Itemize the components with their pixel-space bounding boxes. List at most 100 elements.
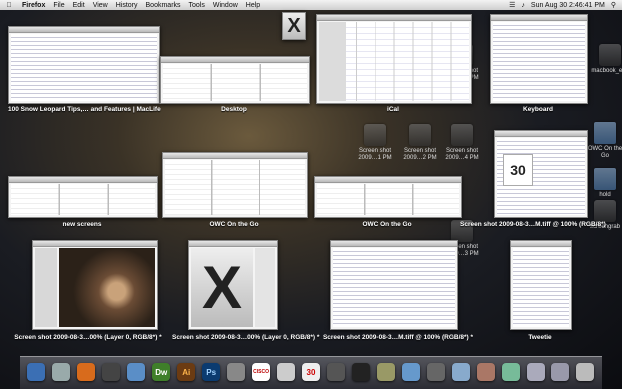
- menu-app-firefox[interactable]: Firefox: [22, 2, 45, 9]
- terminal-icon[interactable]: [351, 363, 370, 381]
- x-logo-icon: X: [191, 248, 253, 327]
- menu-help[interactable]: Help: [246, 2, 260, 9]
- menu-extras: ☰ ♪ Sun Aug 30 2:46:41 PM ⚲: [509, 0, 616, 10]
- window-content: [333, 248, 455, 327]
- app-icon[interactable]: [426, 363, 445, 381]
- window-content: 30: [497, 138, 585, 215]
- menu-tools[interactable]: Tools: [189, 2, 205, 9]
- menu-clock[interactable]: Sun Aug 30 2:46:41 PM: [531, 2, 605, 9]
- window-titlebar: [9, 177, 157, 183]
- menu-window[interactable]: Window: [213, 2, 238, 9]
- window-label: Keyboard: [523, 106, 553, 113]
- desktop-icon[interactable]: Screen shot 2009…4 PM: [442, 124, 482, 162]
- window-thumbnail-new-screens[interactable]: [8, 176, 158, 218]
- window-label: Screen shot 2009-08-3…00% (Layer 0, RGB/…: [172, 334, 320, 341]
- desktop-icon[interactable]: OWC On the Go: [585, 122, 622, 160]
- window-label: Screen shot 2009-08-3…M.tiff @ 100% (RGB…: [322, 334, 474, 341]
- window-titlebar: [495, 131, 587, 137]
- file-icon: [451, 124, 473, 146]
- window-titlebar: [331, 241, 457, 247]
- folder-icon[interactable]: [526, 363, 545, 381]
- preview-icon[interactable]: [401, 363, 420, 381]
- window-content: [59, 248, 155, 327]
- window-label: Screen shot 2009-08-3…M.tiff @ 100% (RGB…: [460, 221, 606, 228]
- desktop-icon[interactable]: macbook_edit: [590, 44, 622, 75]
- cisco-vpn-icon[interactable]: CISCO: [252, 363, 271, 381]
- app-icon[interactable]: [451, 363, 470, 381]
- itunes-icon[interactable]: [127, 363, 146, 381]
- window-label: new screens: [62, 221, 102, 228]
- wifi-icon[interactable]: ☰: [509, 1, 515, 9]
- menu-history[interactable]: History: [116, 2, 138, 9]
- folder-icon: [594, 168, 616, 190]
- window-panel: [255, 248, 275, 327]
- app-icon[interactable]: [326, 363, 345, 381]
- window-thumbnail-keyboard[interactable]: [490, 14, 588, 104]
- ical-icon[interactable]: 30: [301, 363, 320, 381]
- window-content: [493, 22, 585, 101]
- window-content: [513, 248, 569, 327]
- app-icon[interactable]: [476, 363, 495, 381]
- window-titlebar: [163, 153, 307, 159]
- window-content: [317, 184, 459, 215]
- window-content: [11, 34, 157, 101]
- window-thumbnail-maclife[interactable]: [8, 26, 160, 104]
- file-icon: [599, 44, 621, 66]
- window-thumbnail-photoshop-1[interactable]: [32, 240, 158, 330]
- app-icon[interactable]: [227, 363, 246, 381]
- window-thumbnail-owc-1[interactable]: [162, 152, 308, 218]
- window-titlebar: [491, 15, 587, 21]
- volume-icon[interactable]: ♪: [521, 2, 525, 9]
- desktop-icon[interactable]: hold: [585, 168, 622, 199]
- app-icon[interactable]: [501, 363, 520, 381]
- file-icon: [364, 124, 386, 146]
- window-label: Tweetie: [528, 334, 552, 341]
- window-titlebar: [9, 27, 159, 33]
- calendar-icon: 30: [503, 154, 533, 186]
- window-label: 100 Snow Leopard Tips,… and Features | M…: [8, 106, 161, 113]
- window-thumbnail-x[interactable]: X: [282, 12, 306, 40]
- menu-bookmarks[interactable]: Bookmarks: [146, 2, 181, 9]
- photoshop-icon[interactable]: Ps: [202, 363, 221, 381]
- folder-icon[interactable]: [551, 363, 570, 381]
- menu-file[interactable]: File: [53, 2, 64, 9]
- apple-menu-icon[interactable]: : [4, 2, 14, 9]
- window-titlebar: [511, 241, 571, 247]
- firefox-icon[interactable]: [77, 363, 96, 381]
- window-thumbnail-preview-tiff[interactable]: 30: [494, 130, 588, 218]
- window-label: iCal: [387, 106, 399, 113]
- window-thumbnail-tweetie[interactable]: [510, 240, 572, 330]
- x-logo-icon: X: [283, 13, 305, 39]
- window-thumbnail-photoshop-2[interactable]: X: [188, 240, 278, 330]
- window-thumbnail-desktop[interactable]: [160, 56, 310, 104]
- window-thumbnail-preview-2[interactable]: [330, 240, 458, 330]
- file-icon: [409, 124, 431, 146]
- file-icon: [594, 200, 616, 222]
- window-content: [163, 64, 307, 101]
- dreamweaver-icon[interactable]: Dw: [152, 363, 171, 381]
- desktop-icon[interactable]: Screen shot 2009…2 PM: [400, 124, 440, 162]
- window-titlebar: [33, 241, 157, 247]
- window-label: Desktop: [221, 106, 247, 113]
- folder-icon: [594, 122, 616, 144]
- menu-edit[interactable]: Edit: [73, 2, 85, 9]
- window-titlebar: [189, 241, 277, 247]
- stickies-icon[interactable]: [277, 363, 295, 381]
- trash-icon[interactable]: [576, 363, 595, 381]
- mail-icon[interactable]: [52, 363, 71, 381]
- window-label: OWC On the Go: [209, 221, 259, 228]
- window-titlebar: [161, 57, 309, 63]
- window-thumbnail-owc-2[interactable]: [314, 176, 462, 218]
- window-thumbnail-ical[interactable]: [316, 14, 472, 104]
- illustrator-icon[interactable]: Ai: [177, 363, 196, 381]
- desktop-icon[interactable]: Screen shot 2009…1 PM: [355, 124, 395, 162]
- window-label: Screen shot 2009-08-3…00% (Layer 0, RGB/…: [14, 334, 162, 341]
- app-icon[interactable]: [376, 363, 395, 381]
- window-titlebar: [315, 177, 461, 183]
- spotlight-icon[interactable]: ⚲: [611, 1, 616, 9]
- finder-icon[interactable]: [27, 363, 46, 381]
- menu-view[interactable]: View: [93, 2, 108, 9]
- window-content: [319, 22, 469, 101]
- app-icon[interactable]: [102, 363, 121, 381]
- dock: Dw Ai Ps CISCO 30: [20, 356, 602, 389]
